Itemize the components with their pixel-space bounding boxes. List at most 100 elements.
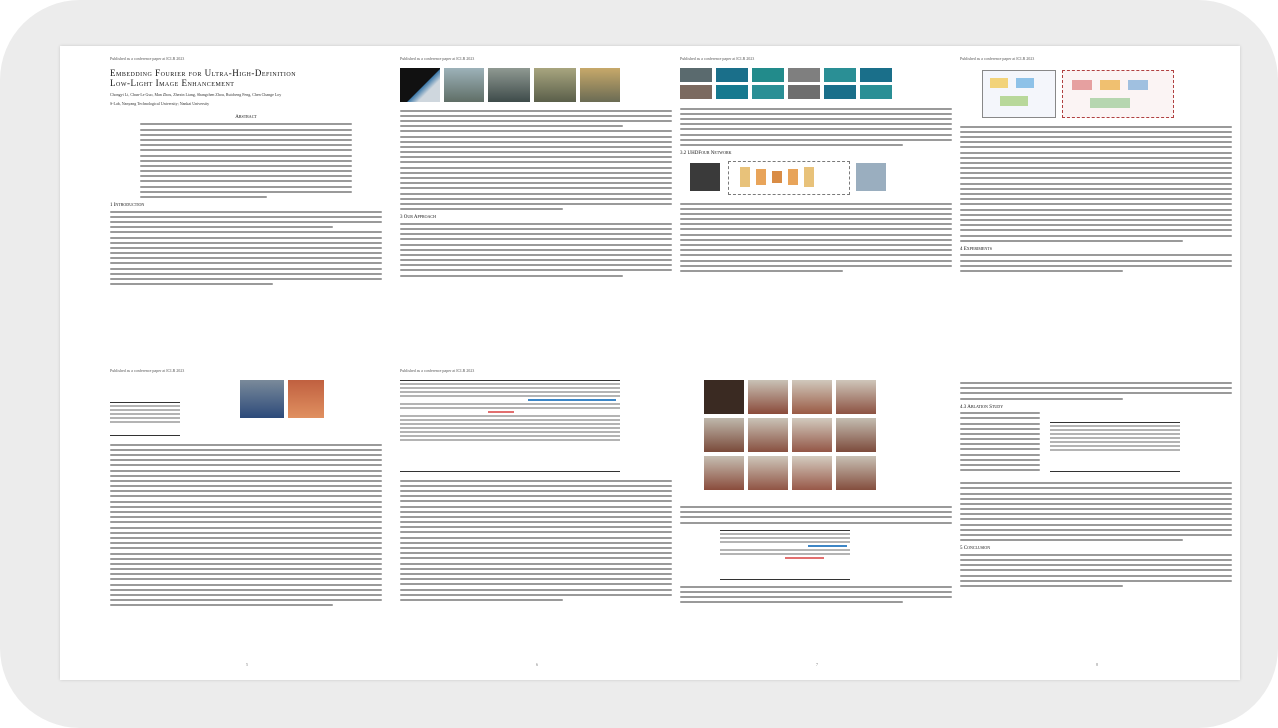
figure-image: [716, 67, 748, 82]
module-figure: [960, 68, 1232, 120]
page-number: 6: [536, 662, 538, 668]
page-number: 7: [816, 662, 818, 668]
figure-image: [240, 379, 284, 418]
adjustment-block: [1062, 69, 1174, 118]
figure-image: [400, 67, 440, 102]
bottleneck-block: [772, 170, 782, 183]
page6-body: [400, 479, 672, 601]
figure-image: [748, 418, 788, 452]
section-conclusion-heading: 5 Conclusion: [960, 546, 991, 552]
figure-image: [792, 456, 832, 490]
running-header: Published as a conference paper at ICLR …: [960, 56, 1035, 61]
figure-image: [704, 456, 744, 490]
page-number: 5: [246, 662, 248, 668]
table-and-figure: [110, 379, 382, 438]
abstract-body: [110, 123, 382, 198]
fusion-block: [1000, 95, 1028, 106]
running-header: Published as a conference paper at ICLR …: [680, 56, 755, 61]
figure-image: [704, 380, 744, 414]
paper-sheet: Published as a conference paper at ICLR …: [60, 46, 1240, 680]
figure-image: [752, 84, 784, 99]
running-header: Published as a conference paper at ICLR …: [110, 368, 185, 373]
running-header: Published as a conference paper at ICLR …: [110, 56, 185, 61]
page-1: Published as a conference paper at ICLR …: [110, 56, 382, 356]
page-3: Published as a conference paper at ICLR …: [680, 56, 952, 356]
figure-image: [836, 380, 876, 414]
visual-comparison-figure: [680, 380, 952, 500]
abstract-heading: Abstract: [235, 114, 257, 120]
figure-image: [836, 456, 876, 490]
section-ablation-heading: 4.3 Ablation Study: [960, 404, 1004, 410]
page8-body: [960, 482, 1232, 542]
page-7: 7: [680, 368, 952, 668]
page-2: Published as a conference paper at ICLR …: [400, 56, 672, 356]
method-body: [400, 222, 672, 277]
page3-body-bottom: [680, 202, 952, 272]
sub-module: [1090, 97, 1130, 108]
figure-image: [792, 380, 832, 414]
sub-module: [1128, 79, 1148, 90]
architecture-diagram: [680, 159, 952, 199]
page-5: Published as a conference paper at ICLR …: [110, 368, 382, 668]
running-header: Published as a conference paper at ICLR …: [400, 56, 475, 61]
page8-body-top: [960, 382, 1232, 400]
section-experiments-heading: 4 Experiments: [960, 246, 992, 252]
paper-authors: Chongyi Li, Chun-Le Guo, Man Zhou, Zhexi…: [110, 91, 282, 97]
figure-image: [824, 67, 856, 82]
page3-body-top: [680, 107, 952, 146]
figure-image: [824, 84, 856, 99]
phase-branch: [1016, 77, 1034, 88]
decoder-block: [788, 168, 798, 185]
figure-image: [716, 84, 748, 99]
section-network-heading: 3.2 UHDFour Network: [680, 150, 732, 156]
encoder-block: [756, 168, 766, 185]
page-6: Published as a conference paper at ICLR …: [400, 368, 672, 668]
page5-body: [110, 443, 382, 607]
encoder-block: [740, 166, 750, 187]
page4-body: [960, 125, 1232, 242]
figure-image: [680, 84, 712, 99]
paper-title-line1: Embedding Fourier for Ultra-High-Definit…: [110, 67, 297, 78]
figure-image: [680, 67, 712, 82]
figure-image: [748, 380, 788, 414]
page2-body: [400, 109, 672, 211]
ablation-table: [720, 529, 850, 580]
figure-image: [444, 67, 484, 102]
figure-image: [752, 67, 784, 82]
page7-body: [680, 506, 952, 524]
figure-image: [788, 84, 820, 99]
figure-image: [836, 418, 876, 452]
spectrum-figure: [680, 67, 952, 102]
page-number: 8: [1096, 662, 1098, 668]
figure-image: [748, 456, 788, 490]
section-intro-heading: 1 Introduction: [110, 203, 145, 208]
results-table: [110, 401, 180, 436]
page-4: Published as a conference paper at ICLR …: [960, 56, 1232, 356]
conclusion-body: [960, 553, 1232, 587]
figure-image: [534, 67, 576, 102]
ablation-layout: [960, 412, 1232, 482]
section-method-heading: 3 Our Approach: [400, 215, 436, 221]
input-image: [690, 162, 720, 191]
decoder-block: [804, 166, 814, 187]
paper-affiliation: S-Lab, Nanyang Technological University;…: [110, 101, 210, 107]
paper-title-line2: Low-Light Image Enhancement: [110, 77, 235, 88]
figure-image: [288, 379, 324, 418]
teaser-figure: [400, 67, 672, 104]
figure-image: [580, 67, 620, 102]
experiments-body: [960, 254, 1232, 272]
ablation-text: [960, 412, 1040, 474]
page7-body-bottom: [680, 585, 952, 604]
figure-image: [792, 418, 832, 452]
output-image: [856, 162, 886, 191]
sub-module: [1072, 79, 1092, 90]
amplitude-branch: [990, 77, 1008, 88]
ablation-results-table: [1050, 422, 1180, 473]
figure-image: [860, 67, 892, 82]
comparison-table: [400, 379, 620, 472]
figure-image: [788, 67, 820, 82]
figure-image: [488, 67, 530, 102]
figure-image: [860, 84, 892, 99]
figure-image: [704, 418, 744, 452]
sub-module: [1100, 79, 1120, 90]
